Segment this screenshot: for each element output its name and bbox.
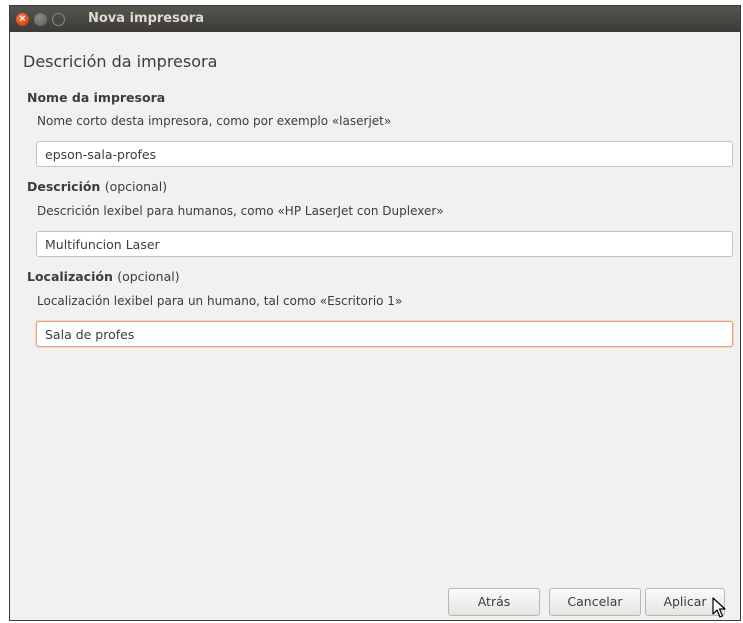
printer-name-hint: Nome corto desta impresora, como por exe… xyxy=(37,114,392,128)
description-optional-tag: (opcional) xyxy=(104,179,168,194)
location-label: Localización xyxy=(27,269,113,284)
description-hint: Descrición lexibel para humanos, como «H… xyxy=(37,204,444,218)
description-heading: Descrición (opcional) xyxy=(27,179,167,194)
location-hint: Localización lexibel para un humano, tal… xyxy=(37,294,403,308)
location-optional-tag: (opcional) xyxy=(117,269,180,284)
back-button[interactable]: Atrás xyxy=(448,588,540,616)
description-label: Descrición xyxy=(27,179,101,194)
printer-name-heading: Nome da impresora xyxy=(27,90,165,105)
location-input[interactable] xyxy=(36,321,733,347)
printer-name-label: Nome da impresora xyxy=(27,90,166,105)
printer-name-input[interactable] xyxy=(36,141,733,167)
close-window-button[interactable]: × xyxy=(16,13,29,26)
mouse-pointer-icon xyxy=(712,597,726,618)
new-printer-window: × Nova impresora Descrición da impresora… xyxy=(9,5,741,621)
maximize-window-button[interactable] xyxy=(52,13,65,26)
title-bar: × Nova impresora xyxy=(10,6,740,32)
page-title: Descrición da impresora xyxy=(23,52,218,71)
minimize-window-button[interactable] xyxy=(34,13,47,26)
description-input[interactable] xyxy=(36,231,733,257)
location-heading: Localización (opcional) xyxy=(27,269,180,284)
cancel-button[interactable]: Cancelar xyxy=(549,588,641,616)
window-title: Nova impresora xyxy=(88,11,204,26)
close-icon: × xyxy=(18,14,27,24)
